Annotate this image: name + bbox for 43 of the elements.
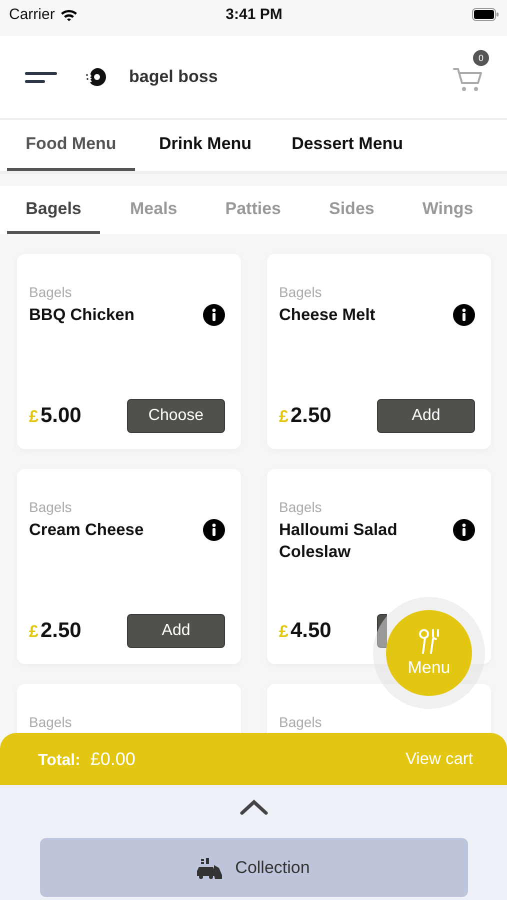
total-label: Total:	[38, 752, 80, 770]
product-category: Bagels	[279, 284, 323, 300]
total-amount: £0.00	[90, 748, 136, 770]
product-category: Bagels	[29, 714, 73, 730]
currency-symbol: £	[279, 622, 288, 642]
car-icon	[197, 856, 224, 878]
info-icon[interactable]	[203, 304, 225, 326]
info-icon[interactable]	[453, 304, 475, 326]
wifi-icon	[60, 8, 78, 20]
cutlery-icon	[419, 628, 439, 654]
info-icon[interactable]	[453, 519, 475, 541]
carrier-label: Carrier	[9, 6, 55, 22]
currency-symbol: £	[29, 407, 38, 427]
info-icon[interactable]	[203, 519, 225, 541]
add-button[interactable]: Add	[377, 399, 475, 433]
bagel-logo-icon	[85, 67, 107, 87]
collection-button[interactable]: Collection	[40, 838, 468, 897]
product-price: 4.50	[290, 619, 332, 643]
product-category: Bagels	[279, 714, 323, 730]
product-name: BBQ Chicken	[29, 305, 134, 326]
menu-icon[interactable]	[25, 70, 57, 84]
chevron-up-icon[interactable]	[240, 799, 268, 815]
product-category: Bagels	[29, 284, 73, 300]
menu-tab[interactable]: Drink Menu	[143, 120, 268, 171]
currency-symbol: £	[29, 622, 38, 642]
product-price: 5.00	[40, 404, 82, 428]
product-name: Cream Cheese	[29, 520, 144, 541]
add-button[interactable]: Add	[127, 614, 225, 648]
currency-symbol: £	[279, 407, 288, 427]
product-name: Cheese Melt	[279, 305, 376, 326]
cart-count-badge: 0	[473, 50, 489, 66]
category-tab[interactable]: Bagels	[7, 186, 100, 234]
menu-tab[interactable]: Food Menu	[7, 120, 135, 171]
brand-name: bagel boss	[129, 67, 218, 87]
product-price: 2.50	[40, 619, 82, 643]
product-category: Bagels	[29, 499, 73, 515]
product-category: Bagels	[279, 499, 323, 515]
product-name: Halloumi Salad Coleslaw	[279, 520, 398, 563]
menu-tab[interactable]: Dessert Menu	[276, 120, 420, 171]
add-button[interactable]: Choose	[127, 399, 225, 433]
product-price: 2.50	[290, 404, 332, 428]
status-time: 3:41 PM	[226, 6, 282, 22]
battery-icon	[472, 8, 499, 20]
